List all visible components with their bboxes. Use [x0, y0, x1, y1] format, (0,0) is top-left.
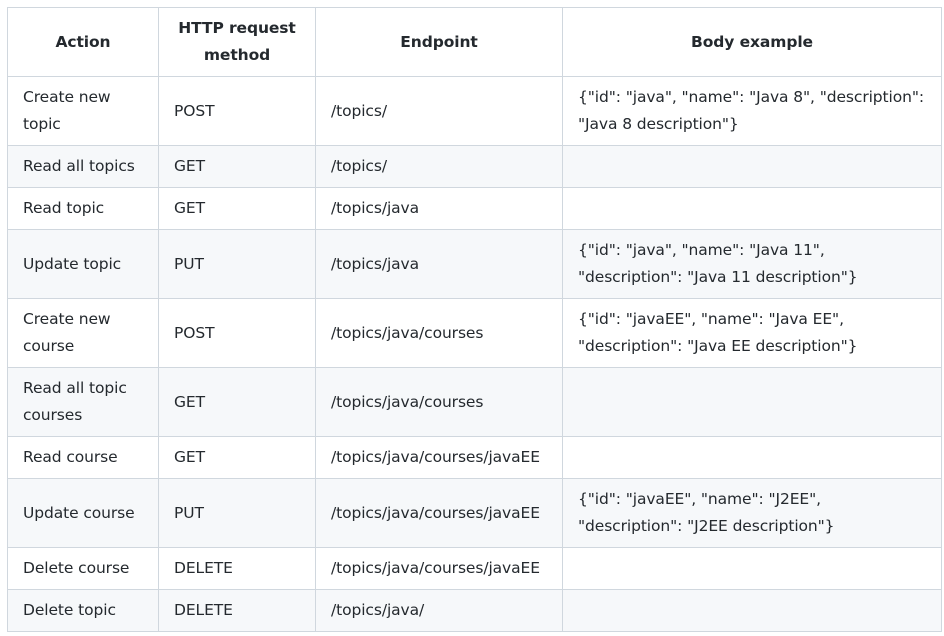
cell-action: Read course [7, 436, 159, 479]
cell-body: {"id": "javaEE", "name": "Java EE", "des… [562, 298, 942, 368]
table-row: Read all topics GET /topics/ [7, 145, 942, 188]
cell-action: Read topic [7, 187, 159, 230]
cell-method: PUT [158, 229, 316, 299]
api-endpoints-table: Action HTTP request method Endpoint Body… [7, 7, 942, 632]
table-row: Read course GET /topics/java/courses/jav… [7, 436, 942, 479]
cell-endpoint: /topics/java/courses/javaEE [315, 436, 563, 479]
cell-method: PUT [158, 478, 316, 548]
cell-method: GET [158, 436, 316, 479]
header-endpoint: Endpoint [315, 7, 563, 77]
cell-method: GET [158, 367, 316, 437]
table-body: Create new topic POST /topics/ {"id": "j… [7, 76, 942, 632]
table-row: Delete topic DELETE /topics/java/ [7, 589, 942, 632]
cell-action: Create new topic [7, 76, 159, 146]
header-body-example: Body example [562, 7, 942, 77]
cell-endpoint: /topics/ [315, 145, 563, 188]
cell-action: Delete topic [7, 589, 159, 632]
cell-body: {"id": "java", "name": "Java 8", "descri… [562, 76, 942, 146]
table-row: Read all topic courses GET /topics/java/… [7, 367, 942, 437]
cell-endpoint: /topics/java [315, 187, 563, 230]
cell-body [562, 187, 942, 230]
cell-body [562, 145, 942, 188]
header-action: Action [7, 7, 159, 77]
table-row: Update topic PUT /topics/java {"id": "ja… [7, 229, 942, 299]
table-row: Create new course POST /topics/java/cour… [7, 298, 942, 368]
cell-endpoint: /topics/java/ [315, 589, 563, 632]
table-row: Update course PUT /topics/java/courses/j… [7, 478, 942, 548]
cell-body: {"id": "java", "name": "Java 11", "descr… [562, 229, 942, 299]
cell-action: Delete course [7, 547, 159, 590]
table-header: Action HTTP request method Endpoint Body… [7, 7, 942, 77]
cell-body [562, 436, 942, 479]
cell-endpoint: /topics/ [315, 76, 563, 146]
cell-method: POST [158, 76, 316, 146]
cell-endpoint: /topics/java/courses/javaEE [315, 478, 563, 548]
cell-action: Create new course [7, 298, 159, 368]
header-http-method: HTTP request method [158, 7, 316, 77]
table-row: Create new topic POST /topics/ {"id": "j… [7, 76, 942, 146]
cell-endpoint: /topics/java [315, 229, 563, 299]
cell-endpoint: /topics/java/courses [315, 367, 563, 437]
cell-action: Read all topics [7, 145, 159, 188]
cell-method: DELETE [158, 547, 316, 590]
cell-endpoint: /topics/java/courses/javaEE [315, 547, 563, 590]
cell-body [562, 547, 942, 590]
cell-body: {"id": "javaEE", "name": "J2EE", "descri… [562, 478, 942, 548]
cell-method: GET [158, 187, 316, 230]
cell-method: DELETE [158, 589, 316, 632]
cell-method: GET [158, 145, 316, 188]
table-row: Delete course DELETE /topics/java/course… [7, 547, 942, 590]
cell-action: Update topic [7, 229, 159, 299]
cell-body [562, 589, 942, 632]
cell-action: Read all topic courses [7, 367, 159, 437]
cell-action: Update course [7, 478, 159, 548]
table-row: Read topic GET /topics/java [7, 187, 942, 230]
header-row: Action HTTP request method Endpoint Body… [7, 7, 942, 77]
cell-method: POST [158, 298, 316, 368]
cell-endpoint: /topics/java/courses [315, 298, 563, 368]
cell-body [562, 367, 942, 437]
